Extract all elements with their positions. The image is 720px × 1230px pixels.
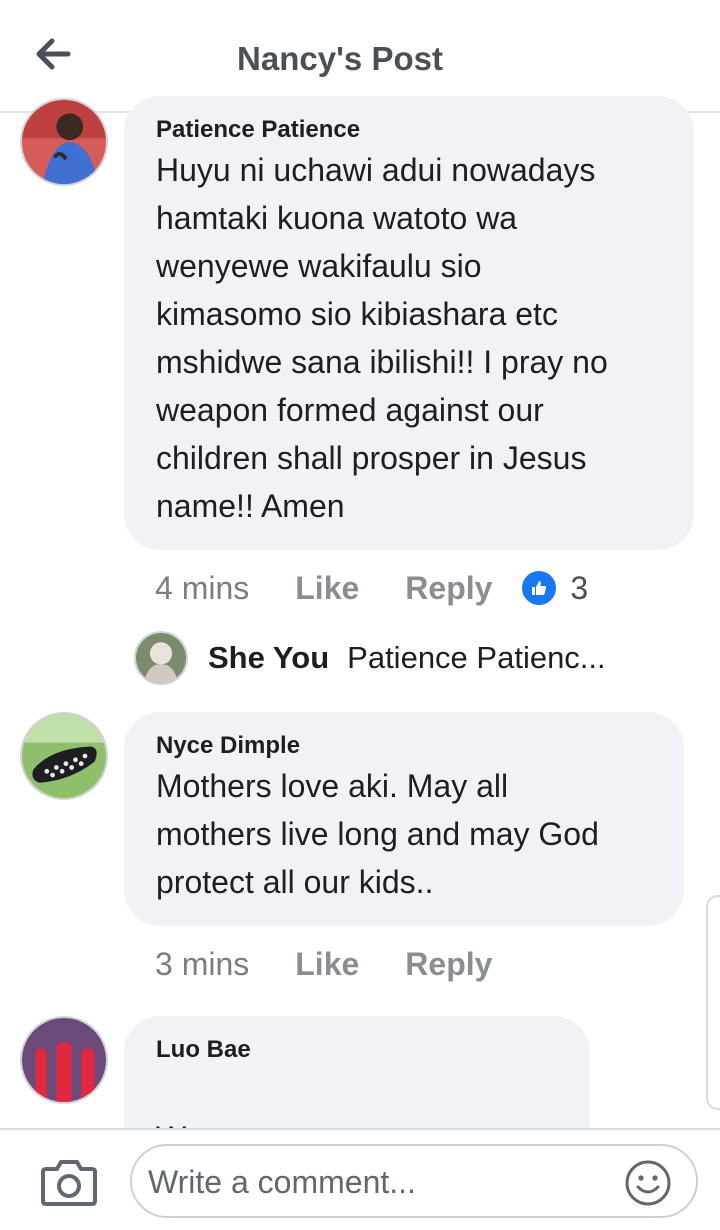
comment-bubble: Luo Bae Waaa wazazi [124, 1016, 590, 1204]
comment-timestamp: 4 mins [155, 569, 250, 606]
comment-actions: 4 mins Like Reply 3 [155, 566, 588, 610]
reaction-count[interactable]: 3 [570, 570, 588, 607]
comment-input-placeholder: Write a comment... [148, 1164, 416, 1200]
like-button[interactable]: Like [295, 946, 359, 983]
reply-button[interactable]: Reply [405, 946, 492, 983]
avatar[interactable] [20, 712, 108, 800]
comment-author[interactable]: Luo Bae [156, 1036, 558, 1064]
comment-text: Mothers love aki. May all mothers live l… [156, 768, 599, 900]
camera-icon [41, 1160, 97, 1206]
thumbs-up-icon [522, 571, 557, 605]
comment-text: Huyu ni uchawi adui nowadays hamtaki kuo… [156, 152, 608, 524]
comment-actions: 3 mins Like Reply [155, 942, 538, 986]
reply-button[interactable]: Reply [405, 570, 492, 607]
comment-author[interactable]: Nyce Dimple [156, 732, 652, 760]
reply-author: She You [208, 640, 330, 675]
page-title: Nancy's Post [237, 40, 443, 77]
comment-composer: Write a comment... [0, 1128, 720, 1230]
avatar[interactable] [20, 98, 108, 186]
comment-author[interactable]: Patience Patience [156, 116, 662, 144]
smiley-face-icon[interactable] [624, 1159, 672, 1207]
avatar [134, 631, 188, 685]
comment-bubble: Patience Patience Huyu ni uchawi adui no… [124, 96, 694, 550]
like-button[interactable]: Like [295, 570, 359, 607]
comment-bubble: Nyce Dimple Mothers love aki. May all mo… [124, 712, 684, 926]
camera-button[interactable] [40, 1157, 98, 1207]
comment-input[interactable]: Write a comment... [130, 1144, 698, 1218]
avatar[interactable] [20, 1016, 108, 1104]
comment-timestamp: 3 mins [155, 945, 250, 982]
scroll-edge [706, 895, 720, 1110]
reply-preview[interactable]: She You Patience Patienc... [134, 630, 606, 686]
reply-text: Patience Patienc... [347, 640, 606, 675]
